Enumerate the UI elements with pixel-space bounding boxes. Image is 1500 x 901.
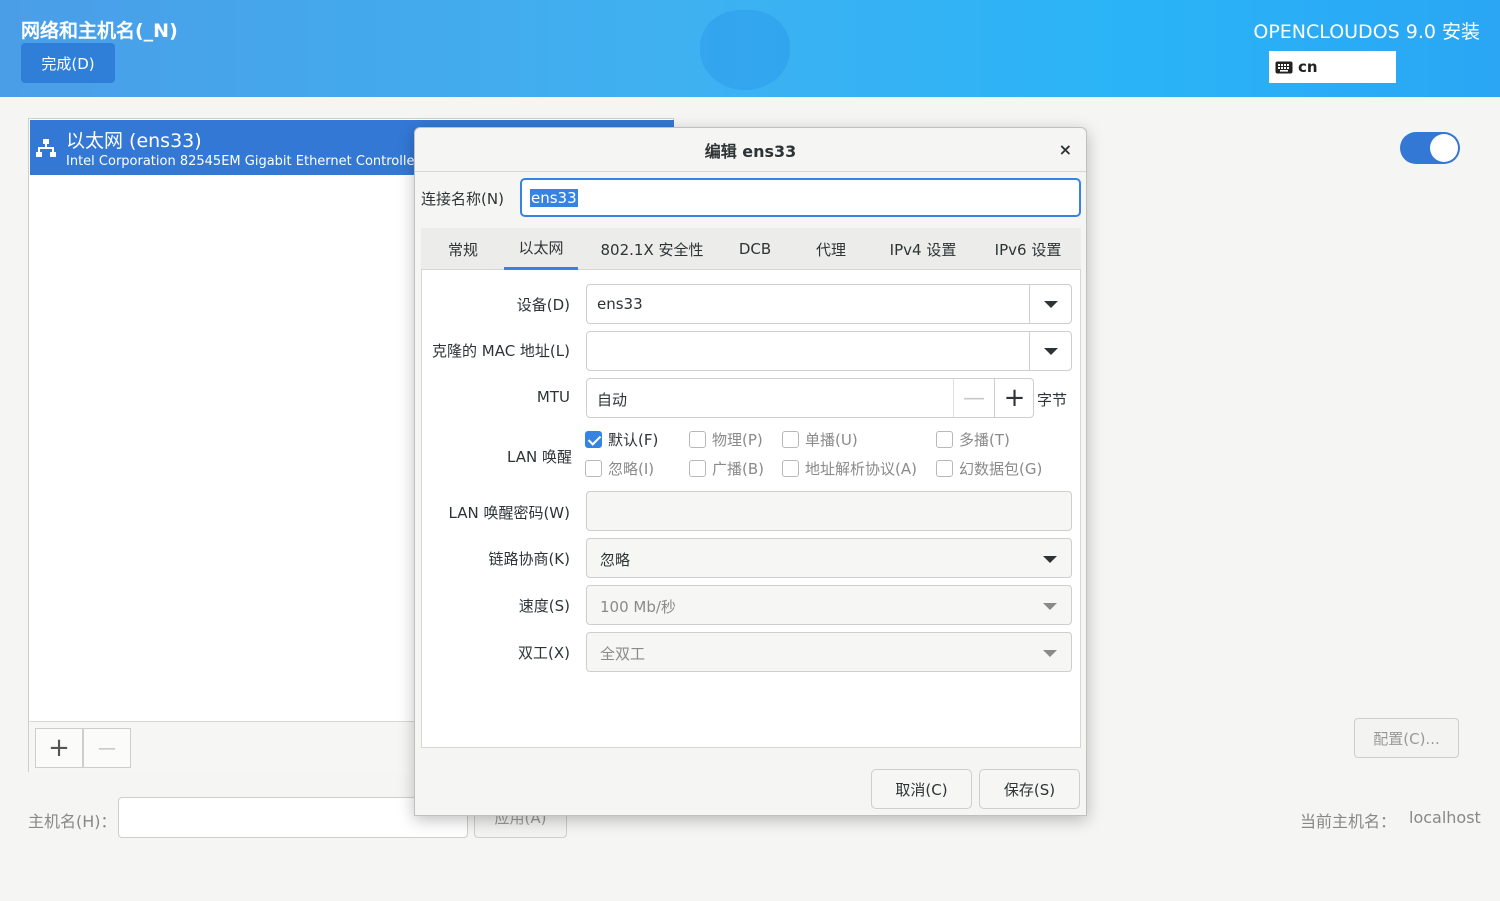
chevron-down-icon xyxy=(1043,650,1057,657)
wol-ignore-label: 忽略(I) xyxy=(608,460,655,478)
wol-magic-label: 幻数据包(G) xyxy=(959,460,1043,478)
wol-magic-checkbox[interactable]: 幻数据包(G) xyxy=(936,458,1042,479)
keyboard-layout-label: cn xyxy=(1298,58,1318,76)
wol-ignore-checkbox[interactable]: 忽略(I) xyxy=(585,458,654,479)
connection-name-label: 连接名称(N) xyxy=(421,190,504,208)
mtu-decrement-button[interactable]: — xyxy=(953,379,994,417)
chevron-down-icon xyxy=(1043,603,1057,610)
tab-ipv6-settings[interactable]: IPv6 设置 xyxy=(982,228,1074,270)
wol-arp-checkbox[interactable]: 地址解析协议(A) xyxy=(782,458,917,479)
wol-default-label: 默认(F) xyxy=(608,431,659,449)
connection-toggle[interactable] xyxy=(1400,132,1460,164)
wol-unicast-label: 单播(U) xyxy=(805,431,858,449)
wol-phy-label: 物理(P) xyxy=(712,431,763,449)
save-button[interactable]: 保存(S) xyxy=(979,769,1080,809)
checkbox-box xyxy=(689,431,706,448)
tab-proxy[interactable]: 代理 xyxy=(803,228,859,270)
keyboard-icon xyxy=(1275,61,1293,73)
checkbox-box xyxy=(936,431,953,448)
current-hostname-label: 当前主机名： xyxy=(1300,812,1397,831)
mtu-label: MTU xyxy=(536,388,570,406)
connection-name-value: ens33 xyxy=(530,188,578,207)
cloned-mac-dropdown-toggle[interactable] xyxy=(1029,332,1071,370)
tab-ipv4-settings[interactable]: IPv4 设置 xyxy=(876,228,970,270)
mtu-value: 自动 xyxy=(597,391,628,409)
wol-phy-checkbox[interactable]: 物理(P) xyxy=(689,429,763,450)
device-dropdown-toggle[interactable] xyxy=(1029,285,1071,323)
checkbox-box xyxy=(782,431,799,448)
wol-multicast-checkbox[interactable]: 多播(T) xyxy=(936,429,1010,450)
checkbox-box xyxy=(936,460,953,477)
done-button[interactable]: 完成(D) xyxy=(21,43,115,83)
add-connection-button[interactable]: + xyxy=(35,728,83,768)
chevron-down-icon xyxy=(1043,556,1057,563)
product-name: OPENCLOUDOS 9.0 安装 xyxy=(1253,21,1480,43)
close-icon[interactable]: × xyxy=(1059,140,1072,159)
duplex-select[interactable]: 全双工 xyxy=(586,632,1072,672)
device-select[interactable]: ens33 xyxy=(586,284,1072,324)
device-value: ens33 xyxy=(597,295,643,313)
tab-ethernet[interactable]: 以太网 xyxy=(504,228,578,270)
speed-select[interactable]: 100 Mb/秒 xyxy=(586,585,1072,625)
link-negotiation-select[interactable]: 忽略 xyxy=(586,538,1072,578)
tab-general[interactable]: 常规 xyxy=(435,228,491,270)
configure-button[interactable]: 配置(C)... xyxy=(1354,718,1459,758)
wol-arp-label: 地址解析协议(A) xyxy=(805,460,917,478)
wol-password-label: LAN 唤醒密码(W) xyxy=(448,504,571,522)
checkbox-box xyxy=(585,460,602,477)
cloned-mac-label: 克隆的 MAC 地址(L) xyxy=(431,342,570,360)
link-negotiation-value: 忽略 xyxy=(600,551,631,569)
wired-network-icon xyxy=(36,139,56,157)
wol-broadcast-checkbox[interactable]: 广播(B) xyxy=(689,458,764,479)
checkbox-box xyxy=(782,460,799,477)
logo-watermark xyxy=(700,10,790,90)
connection-name: 以太网 (ens33) xyxy=(66,130,202,152)
checkbox-box xyxy=(689,460,706,477)
toggle-knob xyxy=(1430,134,1458,162)
link-negotiation-label: 链路协商(K) xyxy=(488,550,570,568)
device-label: 设备(D) xyxy=(516,296,570,314)
hostname-label: 主机名(H)： xyxy=(28,812,117,831)
tab-dcb[interactable]: DCB xyxy=(727,228,783,270)
wol-broadcast-label: 广播(B) xyxy=(712,460,764,478)
wol-default-checkbox[interactable]: 默认(F) xyxy=(585,429,658,450)
wol-unicast-checkbox[interactable]: 单播(U) xyxy=(782,429,858,450)
keyboard-layout-indicator[interactable]: cn xyxy=(1269,51,1396,83)
chevron-down-icon xyxy=(1043,347,1058,355)
speed-value: 100 Mb/秒 xyxy=(600,598,676,616)
duplex-label: 双工(X) xyxy=(518,644,570,662)
page-title: 网络和主机名(_N) xyxy=(21,20,178,42)
settings-tabs: 常规 以太网 802.1X 安全性 DCB 代理 IPv4 设置 IPv6 设置 xyxy=(421,228,1081,270)
connection-name-input[interactable]: ens33 xyxy=(520,178,1081,217)
edit-connection-dialog: 编辑 ens33 × 连接名称(N) ens33 常规 以太网 802.1X 安… xyxy=(414,127,1087,816)
remove-connection-button[interactable]: — xyxy=(83,728,131,768)
duplex-value: 全双工 xyxy=(600,645,646,663)
wol-password-input[interactable] xyxy=(586,491,1072,531)
current-hostname-value: localhost xyxy=(1409,808,1481,827)
wake-on-lan-label: LAN 唤醒 xyxy=(507,448,572,466)
speed-label: 速度(S) xyxy=(518,597,570,615)
mtu-unit: 字节 xyxy=(1037,391,1068,409)
wol-multicast-label: 多播(T) xyxy=(959,431,1010,449)
dialog-title: 编辑 ens33 xyxy=(415,128,1086,172)
cancel-button[interactable]: 取消(C) xyxy=(871,769,972,809)
mtu-spinbox[interactable]: 自动 — + xyxy=(586,378,1034,418)
connection-description: Intel Corporation 82545EM Gigabit Ethern… xyxy=(66,154,439,169)
mtu-increment-button[interactable]: + xyxy=(994,379,1034,417)
chevron-down-icon xyxy=(1043,300,1058,308)
ethernet-tab-panel: 设备(D) ens33 克隆的 MAC 地址(L) MTU 自动 — + 字节 … xyxy=(421,270,1081,748)
tab-8021x-security[interactable]: 802.1X 安全性 xyxy=(594,228,710,270)
header-bar: 网络和主机名(_N) 完成(D) OPENCLOUDOS 9.0 安装 cn xyxy=(0,0,1500,97)
checkbox-box xyxy=(585,431,602,448)
cloned-mac-select[interactable] xyxy=(586,331,1072,371)
